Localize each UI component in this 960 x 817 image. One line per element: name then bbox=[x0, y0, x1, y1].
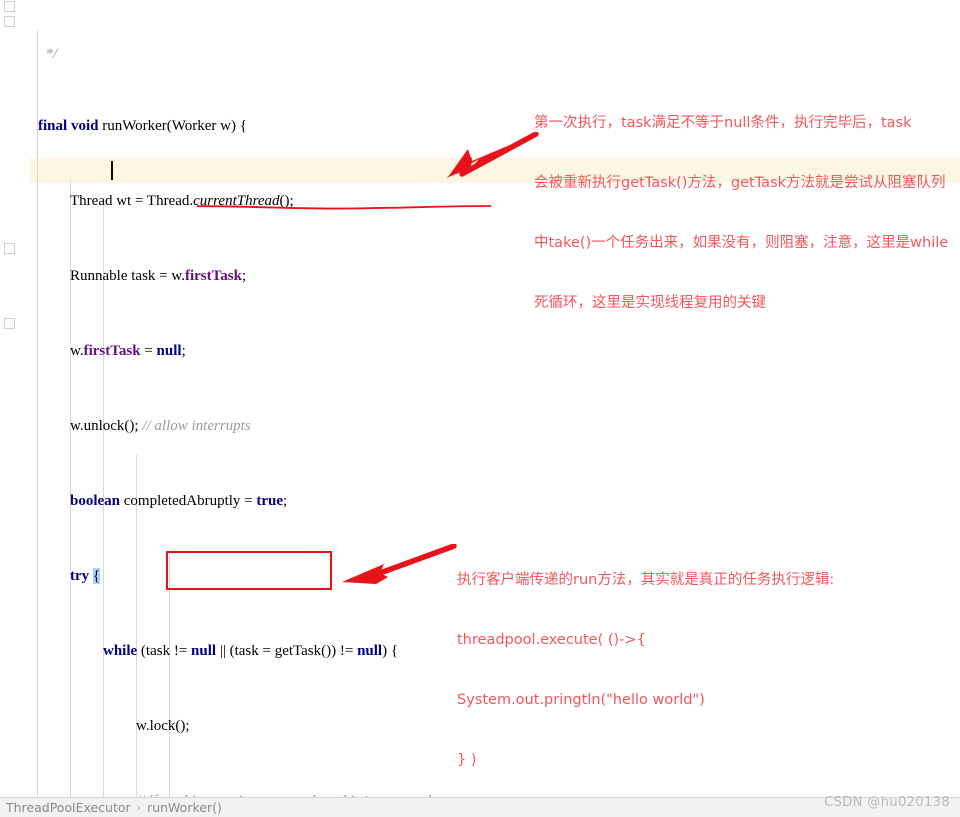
annotation-line: 会被重新执行getTask()方法，getTask方法就是尝试从阻塞队列 bbox=[534, 175, 946, 191]
annotation-line: threadpool.execute( ()->{ bbox=[457, 632, 646, 648]
annotation-line: } ) bbox=[457, 752, 477, 768]
annotation-line: 死循环，这里是实现线程复用的关键 bbox=[534, 295, 766, 311]
annotation-line: 中take()一个任务出来，如果没有，则阻塞，注意，这里是while bbox=[534, 235, 949, 251]
watermark: CSDN @hu020138 bbox=[824, 795, 950, 810]
code-line: boolean completedAbruptly = true; bbox=[70, 493, 288, 509]
red-rectangle-task-run bbox=[166, 551, 332, 590]
status-bar: ThreadPoolExecutor › runWorker() bbox=[0, 797, 960, 817]
red-arrow-to-try-line bbox=[446, 132, 539, 178]
code-line: */ bbox=[38, 46, 58, 62]
code-editor[interactable]: */ final void runWorker(Worker w) { Thre… bbox=[0, 0, 960, 797]
breadcrumb[interactable]: ThreadPoolExecutor › runWorker() bbox=[6, 800, 222, 815]
breadcrumb-item-class[interactable]: ThreadPoolExecutor bbox=[6, 800, 131, 815]
text-caret bbox=[111, 161, 113, 180]
code-line: w.unlock(); // allow interrupts bbox=[70, 418, 251, 434]
chevron-right-icon: › bbox=[136, 801, 142, 814]
breadcrumb-item-method[interactable]: runWorker() bbox=[147, 800, 222, 815]
annotation-line: 执行客户端传递的run方法，其实就是真正的任务执行逻辑: bbox=[457, 572, 835, 588]
annotation-line: System.out.pringtln("hello world") bbox=[457, 692, 705, 708]
annotation-line: 第一次执行，task满足不等于null条件，执行完毕后，task bbox=[534, 115, 912, 131]
red-arrow-to-task-run bbox=[342, 544, 457, 584]
annotation-task-run: 执行客户端传递的run方法，其实就是真正的任务执行逻辑: threadpool.… bbox=[457, 530, 848, 797]
red-underline-while-condition bbox=[196, 205, 492, 210]
annotation-while-loop: 第一次执行，task满足不等于null条件，执行完毕后，task 会被重新执行g… bbox=[534, 73, 948, 353]
